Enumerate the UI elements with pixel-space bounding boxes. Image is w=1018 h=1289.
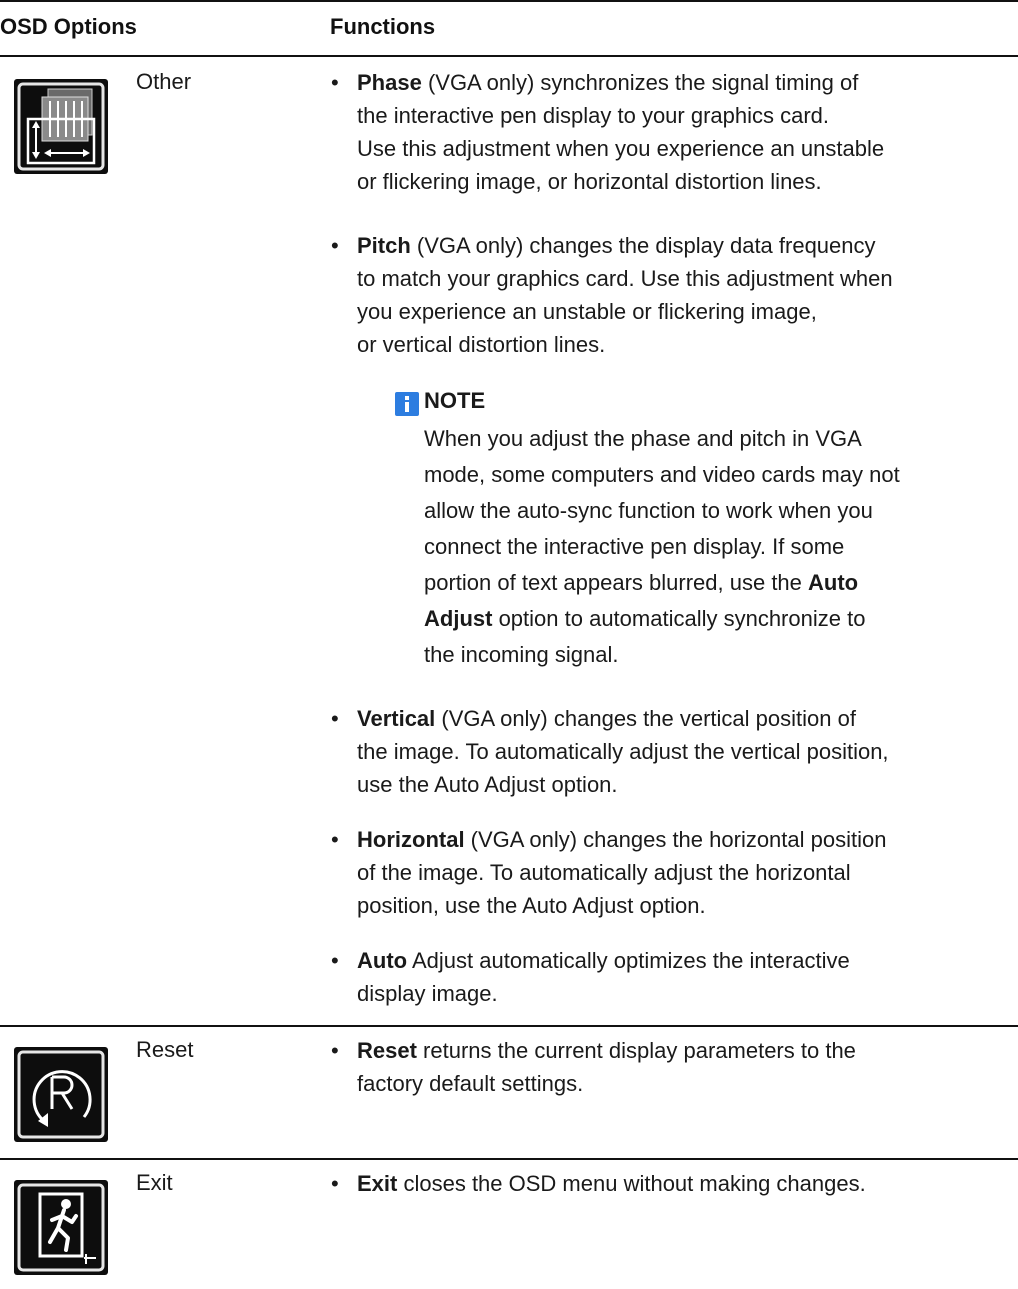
other-settings-icon xyxy=(14,79,108,174)
note-body: When you adjust the phase and pitch in V… xyxy=(424,426,900,667)
reset-icon xyxy=(14,1047,108,1142)
bullet-reset: Reset returns the current display parame… xyxy=(357,1038,856,1096)
bullet-title: Reset xyxy=(357,1038,417,1063)
row-divider xyxy=(0,1158,1018,1160)
bullet-phase: Phase (VGA only) synchronizes the signal… xyxy=(357,70,885,194)
bullet: • xyxy=(331,1171,339,1196)
column-header-osd-options: OSD Options xyxy=(0,14,137,39)
bullet-title: Phase xyxy=(357,70,422,95)
bullet: • xyxy=(331,233,339,258)
bullet-title: Horizontal xyxy=(357,827,465,852)
bullet-auto: Auto Adjust automatically optimizes the … xyxy=(357,948,850,1006)
top-rule xyxy=(0,0,1018,2)
bullet: • xyxy=(331,948,339,973)
bullet-title: Exit xyxy=(357,1171,398,1196)
bullet-title: Pitch xyxy=(357,233,411,258)
bullet-title: Vertical xyxy=(357,706,436,731)
exit-icon xyxy=(14,1180,108,1275)
note-title: NOTE xyxy=(424,388,486,413)
column-header-functions: Functions xyxy=(330,14,436,39)
option-other-label: Other xyxy=(136,69,192,94)
bullet: • xyxy=(331,827,339,852)
bullet-title: Auto xyxy=(357,948,408,973)
option-exit-label: Exit xyxy=(136,1170,173,1195)
bullet: • xyxy=(331,70,339,95)
bullet-vertical: Vertical (VGA only) changes the vertical… xyxy=(357,706,889,797)
option-reset-label: Reset xyxy=(136,1037,194,1062)
info-icon xyxy=(395,392,419,416)
row-divider xyxy=(0,1025,1018,1027)
bullet: • xyxy=(331,706,339,731)
bullet-horizontal: Horizontal (VGA only) changes the horizo… xyxy=(357,827,887,918)
bullet: • xyxy=(331,1038,339,1063)
bullet-pitch: Pitch (VGA only) changes the display dat… xyxy=(357,233,893,357)
header-rule xyxy=(0,55,1018,57)
bullet-exit: Exit closes the OSD menu without making … xyxy=(357,1171,866,1196)
